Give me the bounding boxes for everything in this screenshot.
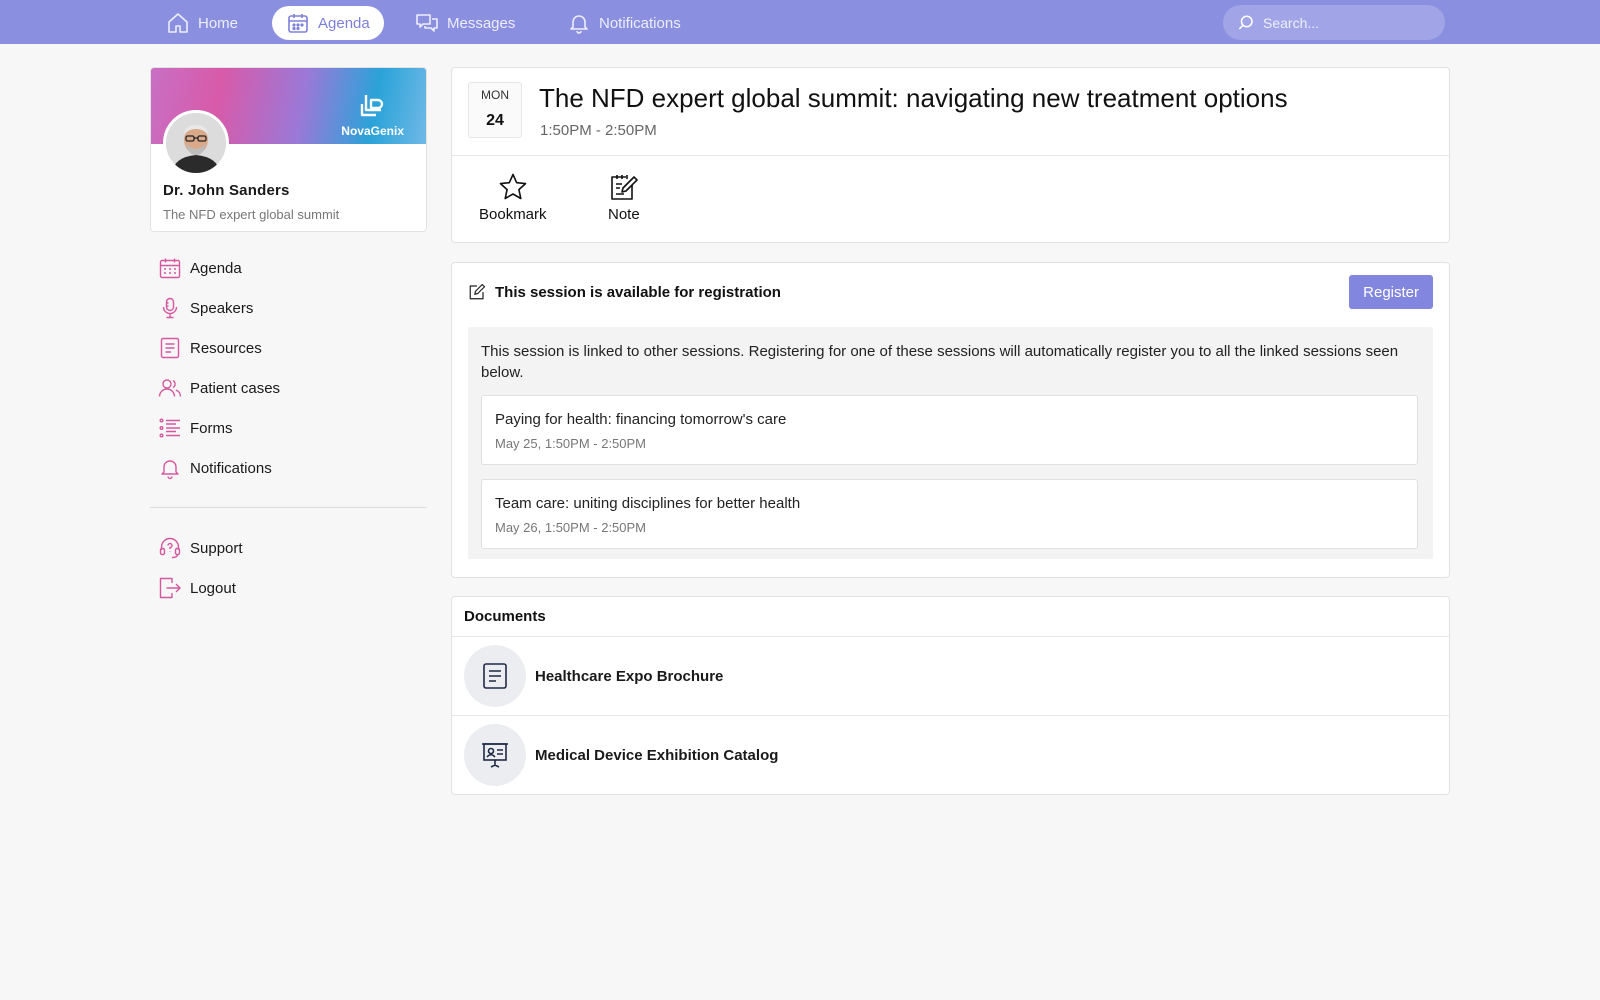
star-icon: [499, 173, 527, 200]
document-item[interactable]: Medical Device Exhibition Catalog: [452, 715, 1449, 794]
register-button[interactable]: Register: [1349, 275, 1433, 309]
nav-messages[interactable]: Messages: [401, 6, 529, 40]
avatar-image: [166, 113, 226, 173]
sidebar-item-support[interactable]: Support: [158, 534, 243, 562]
document-item[interactable]: Healthcare Expo Brochure: [452, 636, 1449, 715]
bell-icon: [161, 460, 179, 480]
linked-session-time: May 25, 1:50PM - 2:50PM: [495, 436, 647, 451]
sidebar-item-logout[interactable]: Logout: [158, 574, 236, 602]
note-icon: [611, 175, 638, 200]
sidebar-item-notifications[interactable]: Notifications: [158, 454, 272, 482]
sidebar-item-label: Forms: [190, 419, 233, 437]
nav-notifications[interactable]: Notifications: [553, 6, 695, 40]
sidebar-divider: [150, 507, 427, 508]
linked-session-item[interactable]: Paying for health: financing tomorrow's …: [481, 395, 1418, 465]
brand-name: NovaGenix: [341, 124, 404, 138]
sidebar-item-label: Agenda: [190, 259, 242, 277]
session-title: The NFD expert global summit: navigating…: [539, 83, 1288, 113]
sidebar-item-resources[interactable]: Resources: [158, 334, 262, 362]
nav-home-label: Home: [198, 14, 239, 32]
sidebar-item-label: Notifications: [190, 459, 272, 477]
nav-agenda[interactable]: Agenda: [272, 6, 384, 40]
linked-session-title: Team care: uniting disciplines for bette…: [495, 495, 801, 512]
sidebar-item-agenda[interactable]: Agenda: [158, 254, 242, 282]
linked-sessions-panel: This session is linked to other sessions…: [468, 327, 1433, 559]
messages-icon: [416, 14, 438, 32]
avatar[interactable]: [163, 110, 229, 176]
profile-card: NovaGenix Dr. John Sanders The NFD exper…: [150, 67, 427, 232]
linked-session-time: May 26, 1:50PM - 2:50PM: [495, 520, 647, 535]
linked-session-title: Paying for health: financing tomorrow's …: [495, 411, 787, 428]
sidebar-item-label: Resources: [190, 339, 262, 357]
session-day-of-week: MON: [481, 88, 509, 102]
microphone-icon: [162, 297, 178, 319]
profile-name: Dr. John Sanders: [163, 182, 290, 199]
logout-icon: [159, 577, 181, 599]
sidebar-item-label: Logout: [190, 579, 236, 597]
registration-card: This session is available for registrati…: [451, 262, 1450, 578]
nav-home[interactable]: Home: [152, 6, 252, 40]
edit-icon: [469, 283, 486, 300]
documents-card: Documents Healthcare Expo Brochure Medic…: [451, 596, 1450, 795]
sidebar-item-forms[interactable]: Forms: [158, 414, 233, 442]
bell-icon: [570, 15, 588, 34]
calendar-icon: [159, 258, 181, 279]
document-icon: [483, 663, 507, 689]
document-icon-wrapper: [464, 724, 526, 786]
search-bar[interactable]: [1223, 5, 1445, 40]
profile-subtitle: The NFD expert global summit: [163, 207, 340, 222]
sidebar-item-label: Speakers: [190, 299, 254, 317]
search-input[interactable]: [1263, 14, 1433, 31]
registration-heading-text: This session is available for registrati…: [495, 283, 781, 301]
home-icon: [168, 13, 188, 33]
document-icon-wrapper: [464, 645, 526, 707]
headset-icon: [159, 537, 181, 559]
nav-agenda-label: Agenda: [318, 14, 370, 32]
sidebar-item-label: Patient cases: [190, 379, 281, 397]
sidebar-item-label: Support: [190, 539, 243, 557]
sidebar-item-patient-cases[interactable]: Patient cases: [158, 374, 280, 402]
calendar-icon: [288, 14, 308, 33]
list-icon: [159, 418, 180, 438]
session-header-card: MON 24 The NFD expert global summit: nav…: [451, 67, 1450, 243]
bookmark-button[interactable]: Bookmark: [479, 172, 547, 223]
document-name: Medical Device Exhibition Catalog: [535, 746, 779, 764]
presentation-icon: [482, 743, 508, 768]
header-divider: [452, 155, 1449, 156]
session-day-number: 24: [486, 112, 504, 129]
linked-sessions-description: This session is linked to other sessions…: [481, 343, 1399, 381]
session-date: MON 24: [468, 82, 522, 138]
document-icon: [160, 337, 180, 359]
top-navigation-bar: Home Agenda Messages Notifications: [0, 0, 1600, 44]
document-name: Healthcare Expo Brochure: [535, 667, 724, 685]
bookmark-label: Bookmark: [479, 206, 547, 223]
session-time: 1:50PM - 2:50PM: [540, 122, 657, 139]
note-label: Note: [608, 206, 640, 223]
documents-title: Documents: [464, 608, 546, 625]
nav-messages-label: Messages: [447, 14, 516, 32]
users-icon: [158, 379, 182, 397]
search-icon: [1238, 15, 1253, 30]
note-button[interactable]: Note: [608, 172, 640, 223]
linked-session-item[interactable]: Team care: uniting disciplines for bette…: [481, 479, 1418, 549]
nav-notifications-label: Notifications: [599, 14, 681, 32]
brand-logo: NovaGenix: [341, 90, 404, 138]
novagenix-logo-icon: [360, 95, 383, 117]
sidebar-item-speakers[interactable]: Speakers: [158, 294, 253, 322]
registration-heading: This session is available for registrati…: [468, 283, 781, 301]
